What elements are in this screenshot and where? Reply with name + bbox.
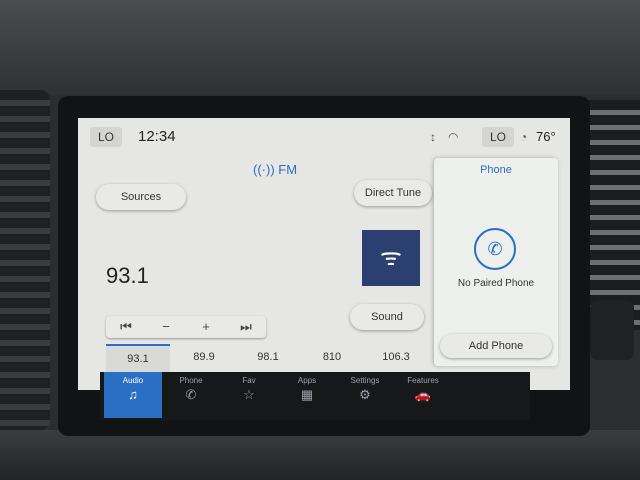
music-note-icon: ♫ (128, 387, 138, 402)
tune-up-button[interactable]: + (186, 316, 226, 338)
preset-1[interactable]: 93.1 (106, 344, 170, 372)
current-frequency: 93.1 (106, 263, 149, 288)
add-phone-button[interactable]: Add Phone (440, 334, 552, 358)
preset-2[interactable]: 89.9 (172, 344, 236, 370)
preset-4[interactable]: 810 (300, 344, 364, 370)
dock-apps[interactable]: Apps ▦ (278, 372, 336, 418)
dock-fav[interactable]: Fav ☆ (220, 372, 278, 418)
app-dock: Audio ♫ Phone ✆ Fav ☆ Apps ▦ Settings ⚙ … (100, 372, 530, 420)
direct-tune-button[interactable]: Direct Tune (354, 180, 432, 206)
tune-down-button[interactable]: − (146, 316, 186, 338)
band-indicator: ((·)) FM (253, 162, 297, 177)
dashboard-bottom (0, 430, 640, 480)
apps-grid-icon: ▦ (300, 387, 314, 402)
sound-button[interactable]: Sound (350, 304, 424, 330)
dock-features-label: Features (407, 376, 439, 385)
preset-3[interactable]: 98.1 (236, 344, 300, 370)
phone-panel-title: Phone (480, 164, 512, 176)
dock-phone-label: Phone (179, 376, 203, 385)
radio-antenna-icon: ((·)) (253, 162, 275, 177)
tuning-controls: ⏮ − + ⏭ (106, 316, 266, 338)
status-bar: LO 12:34 ↕ ◠ LO ◔ 76° (78, 118, 570, 156)
driver-climate-lo[interactable]: LO (90, 127, 123, 147)
outside-temperature: 76° (536, 129, 556, 144)
dock-settings[interactable]: Settings ⚙ (336, 372, 394, 418)
settings-icon: ⚙ (359, 387, 371, 402)
dock-apps-label: Apps (297, 376, 317, 385)
phone-icon[interactable]: ✆ (474, 228, 516, 270)
dock-phone[interactable]: Phone ✆ (162, 372, 220, 418)
no-paired-phone-message: No Paired Phone (457, 278, 535, 289)
star-icon: ☆ (243, 387, 255, 402)
preset-5[interactable]: 106.3 (364, 344, 428, 370)
wifi-icon: ◠ (448, 130, 459, 144)
dock-audio-label: Audio (122, 376, 144, 385)
dock-features[interactable]: Features 🚗 (394, 372, 452, 418)
outside-temp-icon: ◔ (520, 130, 528, 144)
station-art-radio-icon: ᯤ (362, 230, 420, 286)
dock-audio[interactable]: Audio ♫ (104, 372, 162, 418)
dashboard-top (0, 0, 640, 95)
seek-back-button[interactable]: ⏮ (106, 316, 146, 338)
band-label: FM (278, 162, 298, 177)
seek-forward-button[interactable]: ⏭ (226, 316, 266, 338)
sources-button[interactable]: Sources (96, 184, 186, 210)
passenger-climate-lo[interactable]: LO (482, 127, 515, 147)
infotainment-screen: LO 12:34 ↕ ◠ LO ◔ 76° ((·)) FM Sources D… (78, 118, 570, 390)
phone-panel: Phone ✆ No Paired Phone Add Phone (434, 158, 558, 366)
left-air-vent (0, 90, 50, 430)
car-icon: 🚗 (414, 387, 432, 402)
signal-arrows-icon: ↕ (430, 130, 436, 144)
preset-bar: 93.1 89.9 98.1 810 106.3 (106, 344, 428, 372)
dock-settings-label: Settings (350, 376, 380, 385)
clock: 12:34 (138, 128, 176, 145)
dashboard-button (590, 300, 634, 360)
phone-icon: ✆ (185, 387, 197, 402)
dock-fav-label: Fav (242, 376, 256, 385)
